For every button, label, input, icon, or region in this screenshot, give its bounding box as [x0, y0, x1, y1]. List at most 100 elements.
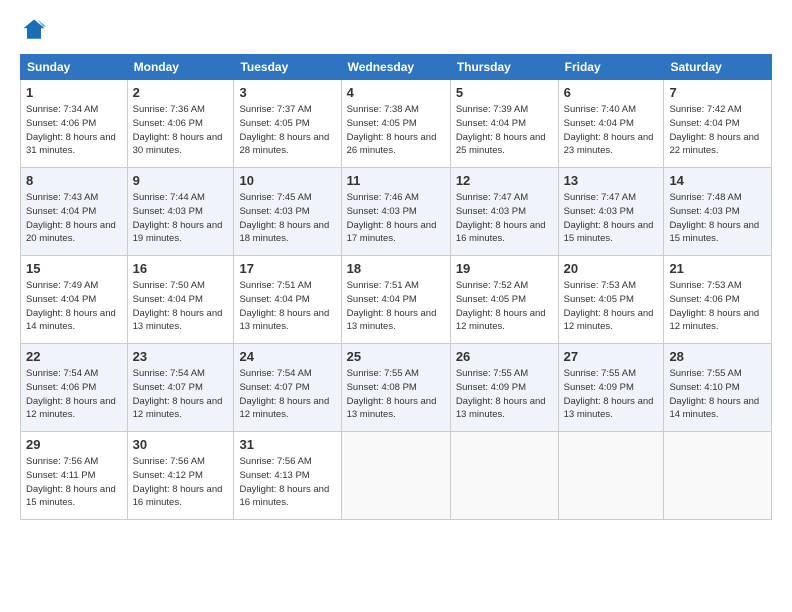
day-number: 5 [456, 84, 553, 102]
day-info: Sunrise: 7:53 AMSunset: 4:05 PMDaylight:… [564, 279, 659, 334]
day-number: 6 [564, 84, 659, 102]
page: Sunday Monday Tuesday Wednesday Thursday… [0, 0, 792, 612]
day-info: Sunrise: 7:40 AMSunset: 4:04 PMDaylight:… [564, 103, 659, 158]
day-info: Sunrise: 7:48 AMSunset: 4:03 PMDaylight:… [669, 191, 766, 246]
calendar-day-cell [450, 432, 558, 520]
col-friday: Friday [558, 55, 664, 80]
day-number: 25 [347, 348, 445, 366]
calendar-day-cell: 25Sunrise: 7:55 AMSunset: 4:08 PMDayligh… [341, 344, 450, 432]
day-number: 29 [26, 436, 122, 454]
day-info: Sunrise: 7:42 AMSunset: 4:04 PMDaylight:… [669, 103, 766, 158]
calendar-day-cell: 28Sunrise: 7:55 AMSunset: 4:10 PMDayligh… [664, 344, 772, 432]
calendar-day-cell: 20Sunrise: 7:53 AMSunset: 4:05 PMDayligh… [558, 256, 664, 344]
col-monday: Monday [127, 55, 234, 80]
day-number: 2 [133, 84, 229, 102]
calendar-week-row: 22Sunrise: 7:54 AMSunset: 4:06 PMDayligh… [21, 344, 772, 432]
calendar-day-cell: 22Sunrise: 7:54 AMSunset: 4:06 PMDayligh… [21, 344, 128, 432]
calendar-day-cell: 17Sunrise: 7:51 AMSunset: 4:04 PMDayligh… [234, 256, 341, 344]
day-info: Sunrise: 7:56 AMSunset: 4:12 PMDaylight:… [133, 455, 229, 510]
day-info: Sunrise: 7:53 AMSunset: 4:06 PMDaylight:… [669, 279, 766, 334]
day-info: Sunrise: 7:55 AMSunset: 4:08 PMDaylight:… [347, 367, 445, 422]
day-info: Sunrise: 7:56 AMSunset: 4:11 PMDaylight:… [26, 455, 122, 510]
day-info: Sunrise: 7:36 AMSunset: 4:06 PMDaylight:… [133, 103, 229, 158]
calendar-day-cell: 7Sunrise: 7:42 AMSunset: 4:04 PMDaylight… [664, 80, 772, 168]
calendar-week-row: 15Sunrise: 7:49 AMSunset: 4:04 PMDayligh… [21, 256, 772, 344]
day-info: Sunrise: 7:47 AMSunset: 4:03 PMDaylight:… [564, 191, 659, 246]
col-sunday: Sunday [21, 55, 128, 80]
calendar-day-cell: 10Sunrise: 7:45 AMSunset: 4:03 PMDayligh… [234, 168, 341, 256]
calendar-day-cell: 23Sunrise: 7:54 AMSunset: 4:07 PMDayligh… [127, 344, 234, 432]
day-number: 31 [239, 436, 335, 454]
calendar-day-cell [664, 432, 772, 520]
day-number: 7 [669, 84, 766, 102]
header [20, 16, 772, 44]
calendar-day-cell: 24Sunrise: 7:54 AMSunset: 4:07 PMDayligh… [234, 344, 341, 432]
day-number: 26 [456, 348, 553, 366]
day-number: 12 [456, 172, 553, 190]
day-number: 17 [239, 260, 335, 278]
calendar-day-cell [558, 432, 664, 520]
day-info: Sunrise: 7:54 AMSunset: 4:07 PMDaylight:… [239, 367, 335, 422]
day-info: Sunrise: 7:54 AMSunset: 4:07 PMDaylight:… [133, 367, 229, 422]
calendar-day-cell: 31Sunrise: 7:56 AMSunset: 4:13 PMDayligh… [234, 432, 341, 520]
day-info: Sunrise: 7:51 AMSunset: 4:04 PMDaylight:… [347, 279, 445, 334]
day-number: 8 [26, 172, 122, 190]
calendar-header-row: Sunday Monday Tuesday Wednesday Thursday… [21, 55, 772, 80]
day-number: 27 [564, 348, 659, 366]
col-saturday: Saturday [664, 55, 772, 80]
day-number: 22 [26, 348, 122, 366]
calendar-day-cell: 14Sunrise: 7:48 AMSunset: 4:03 PMDayligh… [664, 168, 772, 256]
day-info: Sunrise: 7:39 AMSunset: 4:04 PMDaylight:… [456, 103, 553, 158]
day-number: 23 [133, 348, 229, 366]
day-info: Sunrise: 7:46 AMSunset: 4:03 PMDaylight:… [347, 191, 445, 246]
calendar-day-cell: 18Sunrise: 7:51 AMSunset: 4:04 PMDayligh… [341, 256, 450, 344]
calendar-day-cell: 11Sunrise: 7:46 AMSunset: 4:03 PMDayligh… [341, 168, 450, 256]
day-info: Sunrise: 7:55 AMSunset: 4:10 PMDaylight:… [669, 367, 766, 422]
calendar-day-cell: 26Sunrise: 7:55 AMSunset: 4:09 PMDayligh… [450, 344, 558, 432]
col-thursday: Thursday [450, 55, 558, 80]
day-info: Sunrise: 7:47 AMSunset: 4:03 PMDaylight:… [456, 191, 553, 246]
calendar-day-cell: 21Sunrise: 7:53 AMSunset: 4:06 PMDayligh… [664, 256, 772, 344]
day-info: Sunrise: 7:37 AMSunset: 4:05 PMDaylight:… [239, 103, 335, 158]
day-info: Sunrise: 7:54 AMSunset: 4:06 PMDaylight:… [26, 367, 122, 422]
day-number: 9 [133, 172, 229, 190]
day-number: 20 [564, 260, 659, 278]
calendar-day-cell: 2Sunrise: 7:36 AMSunset: 4:06 PMDaylight… [127, 80, 234, 168]
calendar-day-cell: 27Sunrise: 7:55 AMSunset: 4:09 PMDayligh… [558, 344, 664, 432]
day-info: Sunrise: 7:56 AMSunset: 4:13 PMDaylight:… [239, 455, 335, 510]
day-info: Sunrise: 7:51 AMSunset: 4:04 PMDaylight:… [239, 279, 335, 334]
calendar-day-cell: 4Sunrise: 7:38 AMSunset: 4:05 PMDaylight… [341, 80, 450, 168]
day-number: 30 [133, 436, 229, 454]
day-number: 15 [26, 260, 122, 278]
day-info: Sunrise: 7:43 AMSunset: 4:04 PMDaylight:… [26, 191, 122, 246]
calendar-day-cell: 29Sunrise: 7:56 AMSunset: 4:11 PMDayligh… [21, 432, 128, 520]
calendar-day-cell: 12Sunrise: 7:47 AMSunset: 4:03 PMDayligh… [450, 168, 558, 256]
col-tuesday: Tuesday [234, 55, 341, 80]
day-number: 21 [669, 260, 766, 278]
calendar-day-cell: 3Sunrise: 7:37 AMSunset: 4:05 PMDaylight… [234, 80, 341, 168]
day-info: Sunrise: 7:45 AMSunset: 4:03 PMDaylight:… [239, 191, 335, 246]
day-info: Sunrise: 7:55 AMSunset: 4:09 PMDaylight:… [564, 367, 659, 422]
day-info: Sunrise: 7:52 AMSunset: 4:05 PMDaylight:… [456, 279, 553, 334]
day-number: 14 [669, 172, 766, 190]
col-wednesday: Wednesday [341, 55, 450, 80]
day-info: Sunrise: 7:55 AMSunset: 4:09 PMDaylight:… [456, 367, 553, 422]
calendar-day-cell [341, 432, 450, 520]
day-number: 4 [347, 84, 445, 102]
logo [20, 16, 52, 44]
day-info: Sunrise: 7:44 AMSunset: 4:03 PMDaylight:… [133, 191, 229, 246]
calendar-day-cell: 30Sunrise: 7:56 AMSunset: 4:12 PMDayligh… [127, 432, 234, 520]
calendar-day-cell: 13Sunrise: 7:47 AMSunset: 4:03 PMDayligh… [558, 168, 664, 256]
day-number: 3 [239, 84, 335, 102]
calendar-day-cell: 19Sunrise: 7:52 AMSunset: 4:05 PMDayligh… [450, 256, 558, 344]
calendar-day-cell: 8Sunrise: 7:43 AMSunset: 4:04 PMDaylight… [21, 168, 128, 256]
calendar-day-cell: 5Sunrise: 7:39 AMSunset: 4:04 PMDaylight… [450, 80, 558, 168]
calendar-day-cell: 1Sunrise: 7:34 AMSunset: 4:06 PMDaylight… [21, 80, 128, 168]
calendar-day-cell: 6Sunrise: 7:40 AMSunset: 4:04 PMDaylight… [558, 80, 664, 168]
day-number: 19 [456, 260, 553, 278]
calendar-week-row: 1Sunrise: 7:34 AMSunset: 4:06 PMDaylight… [21, 80, 772, 168]
day-number: 18 [347, 260, 445, 278]
day-number: 13 [564, 172, 659, 190]
calendar: Sunday Monday Tuesday Wednesday Thursday… [20, 54, 772, 520]
day-number: 28 [669, 348, 766, 366]
